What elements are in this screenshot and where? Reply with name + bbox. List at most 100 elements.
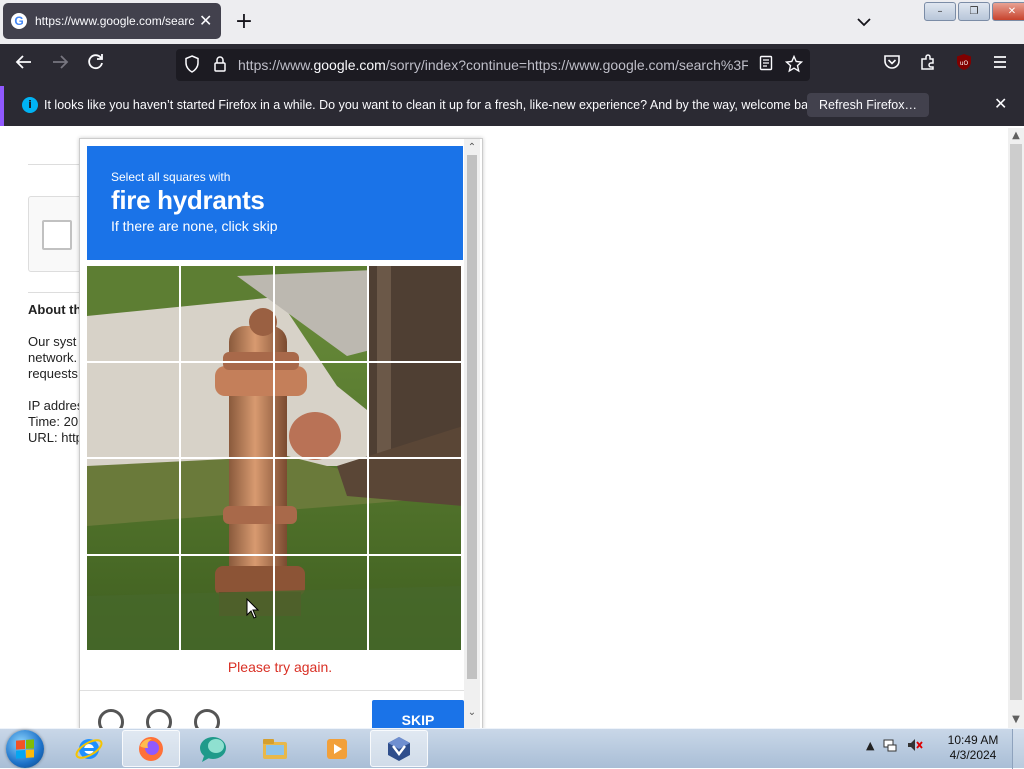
grid-tile[interactable] (275, 266, 369, 363)
pocket-icon (884, 55, 900, 69)
skip-button[interactable]: SKIP (372, 700, 464, 729)
svg-text:uO: uO (960, 60, 969, 67)
reload-button[interactable] (84, 53, 108, 77)
bookmark-star-icon[interactable] (784, 54, 804, 75)
network-icon[interactable] (882, 737, 898, 753)
puzzle-piece-icon (921, 54, 934, 70)
window-controls: – ❐ ✕ (924, 2, 1024, 21)
grid-tile[interactable] (275, 362, 369, 459)
url-path: /sorry/index?continue=https://www.google… (385, 57, 748, 73)
virtualbox-icon (388, 736, 410, 761)
media-player-taskbar-button[interactable] (308, 730, 366, 767)
grid-tile[interactable] (369, 459, 463, 556)
help-info-icon[interactable] (194, 709, 220, 729)
url-line: URL: http (28, 430, 80, 445)
scrollbar-thumb[interactable] (1010, 144, 1022, 700)
hamburger-menu-icon (994, 56, 1006, 68)
browser-tab[interactable]: G https://www.google.com/search?q ✕ (3, 3, 221, 39)
clock-date: 4/3/2024 (949, 748, 997, 762)
url-text[interactable]: https://www.google.com/sorry/index?conti… (238, 57, 748, 73)
firefox-taskbar-button[interactable] (122, 730, 180, 767)
application-menu-button[interactable] (988, 53, 1012, 77)
show-desktop-button[interactable] (1012, 729, 1024, 769)
chevron-down-icon (857, 18, 871, 27)
tab-title: https://www.google.com/search?q (35, 14, 195, 28)
chat-icon (200, 736, 226, 762)
virtualbox-taskbar-button[interactable] (370, 730, 428, 767)
new-tab-button[interactable]: + (232, 10, 256, 34)
grid-tile[interactable] (369, 555, 463, 652)
reload-challenge-icon[interactable] (98, 709, 124, 729)
grid-tile[interactable] (369, 362, 463, 459)
scroll-down-icon[interactable]: ▼ (1008, 712, 1024, 728)
instruction-text: Select all squares with (111, 170, 231, 184)
notification-message: It looks like you haven’t started Firefo… (44, 98, 825, 112)
about-line: network. (28, 350, 78, 365)
forward-button[interactable] (48, 53, 72, 77)
grid-tile[interactable] (369, 266, 463, 363)
back-arrow-icon (15, 55, 31, 69)
recaptcha-checkbox[interactable] (42, 220, 72, 250)
tab-close-icon[interactable]: ✕ (199, 13, 212, 29)
grid-tile[interactable] (87, 459, 181, 556)
grid-tile[interactable] (275, 555, 369, 652)
grid-tile[interactable] (181, 459, 275, 556)
chat-app-taskbar-button[interactable] (184, 730, 242, 767)
url-bar[interactable]: https://www.google.com/sorry/index?conti… (176, 49, 810, 81)
grid-tile[interactable] (87, 266, 181, 363)
scroll-up-icon[interactable]: ▲ (1008, 128, 1024, 144)
show-hidden-icons-icon[interactable]: ▲ (866, 739, 874, 752)
list-all-tabs-button[interactable] (852, 10, 876, 34)
divider (28, 164, 80, 165)
lock-icon[interactable] (210, 55, 230, 75)
challenge-scroll-down-icon[interactable]: ⌄ (466, 707, 478, 719)
ublock-origin-button[interactable]: uO (952, 53, 976, 77)
notification-close-icon[interactable]: ✕ (994, 94, 1007, 113)
ip-address-line: IP addres (28, 398, 80, 413)
google-favicon-icon: G (11, 13, 27, 29)
system-tray: ▲ (866, 737, 924, 753)
internet-explorer-taskbar-button[interactable] (60, 730, 118, 767)
error-message: Please try again. (227, 659, 333, 675)
page-scrollbar[interactable]: ▲ ▼ (1008, 128, 1024, 728)
firefox-icon (139, 736, 163, 761)
challenge-scroll-up-icon[interactable]: ⌃ (466, 142, 478, 154)
challenge-scrollbar-thumb[interactable] (467, 155, 477, 679)
minimize-button[interactable]: – (924, 2, 956, 21)
internet-explorer-icon (75, 738, 103, 759)
window-close-button[interactable]: ✕ (992, 2, 1024, 21)
tracking-protection-shield-icon[interactable] (182, 55, 202, 75)
challenge-scrollbar[interactable] (464, 139, 480, 729)
grid-tile[interactable] (181, 555, 275, 652)
file-explorer-taskbar-button[interactable] (246, 730, 304, 767)
start-button[interactable] (6, 730, 44, 768)
time-line: Time: 20 (28, 414, 79, 429)
back-button[interactable] (12, 53, 36, 77)
forward-arrow-icon (53, 55, 69, 69)
system-clock[interactable]: 10:49 AM 4/3/2024 (940, 733, 1006, 763)
url-domain: google.com (313, 57, 386, 73)
recaptcha-challenge: Select all squares with fire hydrants If… (79, 138, 483, 730)
grid-tile[interactable] (181, 266, 275, 363)
grid-tile[interactable] (87, 555, 181, 652)
grid-tile[interactable] (87, 362, 181, 459)
divider (28, 292, 80, 293)
reader-view-icon[interactable] (756, 55, 776, 75)
grid-tile[interactable] (275, 459, 369, 556)
background-page-clip: About th Our syst network. requests IP a… (0, 128, 80, 728)
pocket-button[interactable] (880, 53, 904, 77)
audio-challenge-icon[interactable] (146, 709, 172, 729)
refresh-firefox-notification: i It looks like you haven’t started Fire… (0, 86, 1024, 126)
about-heading: About th (28, 302, 80, 317)
navigation-toolbar: https://www.google.com/sorry/index?conti… (0, 44, 1024, 86)
instruction-hint: If there are none, click skip (111, 218, 278, 234)
about-line: Our syst (28, 334, 77, 349)
media-player-icon (327, 738, 347, 759)
mouse-cursor-icon (246, 598, 260, 619)
volume-muted-icon[interactable] (906, 737, 924, 753)
refresh-firefox-button[interactable]: Refresh Firefox… (807, 93, 929, 117)
extensions-button[interactable] (916, 53, 940, 77)
restore-button[interactable]: ❐ (958, 2, 990, 21)
grid-tile[interactable] (181, 362, 275, 459)
info-icon: i (22, 97, 38, 113)
